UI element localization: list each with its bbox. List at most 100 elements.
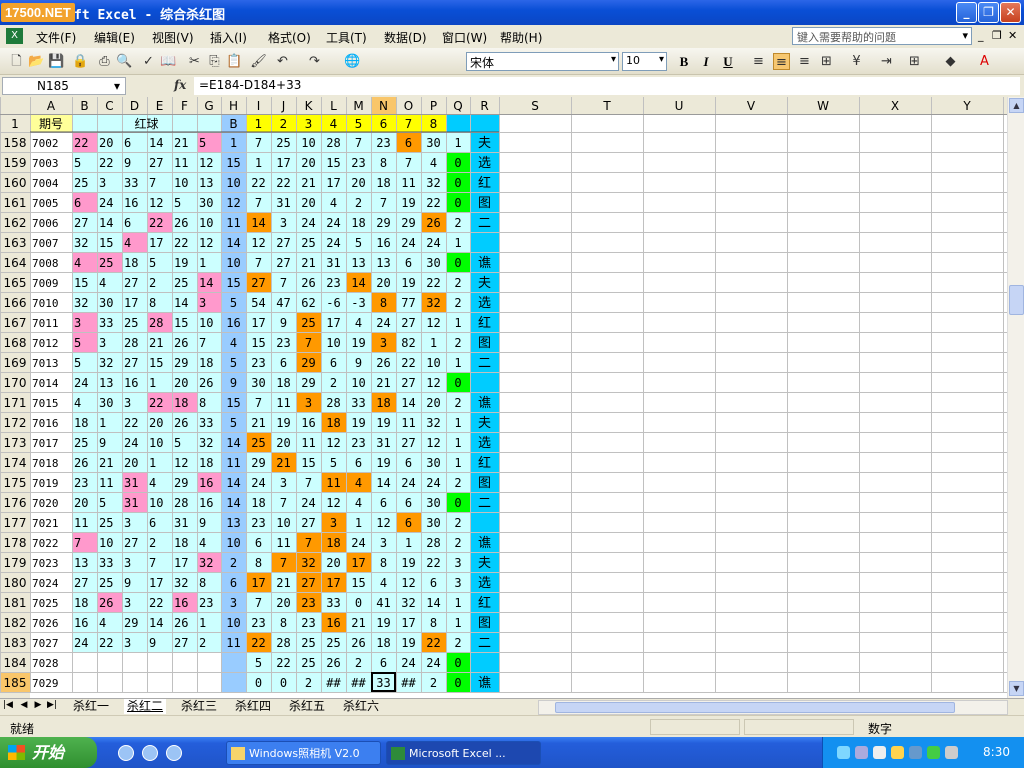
tray-network-icon[interactable] (837, 746, 850, 759)
task-excel[interactable]: Microsoft Excel ... (386, 741, 541, 765)
cell-value: 5 (149, 256, 156, 270)
sheet-tab-5[interactable]: 杀红五 (286, 699, 329, 714)
cell-value: 22 (251, 636, 265, 650)
tray-ime-icon[interactable] (909, 746, 922, 759)
doc-minimize-icon[interactable]: _ (978, 29, 984, 42)
font-name-select[interactable]: 宋体 ▾ (466, 52, 619, 71)
font-color-icon[interactable]: A (976, 53, 993, 70)
tray-volume-icon[interactable] (855, 746, 868, 759)
permission-icon[interactable]: 🔒 (72, 53, 89, 70)
sheet-tab-4[interactable]: 杀红四 (232, 699, 275, 714)
cell-value: 6 (280, 356, 287, 370)
tray-update-icon[interactable] (927, 746, 940, 759)
name-box[interactable]: N185 (2, 77, 126, 95)
cell-value: 18 (199, 456, 213, 470)
indent-icon[interactable]: ⇥ (878, 53, 895, 70)
align-left-icon[interactable]: ≡ (750, 53, 767, 70)
help-search-input[interactable]: 键入需要帮助的问题 (792, 27, 972, 45)
insert-function-icon[interactable]: fx (174, 78, 186, 92)
cell-value: 7028 (32, 657, 59, 670)
borders-icon[interactable]: ⊞ (906, 53, 923, 70)
format-painter-icon[interactable]: 🖌 (250, 53, 267, 70)
task-camera[interactable]: Windows照相机 V2.0 (226, 741, 381, 765)
cell-value: 25 (174, 276, 188, 290)
cell-value: 18 (276, 376, 290, 390)
merge-center-icon[interactable]: ⊞ (818, 53, 835, 70)
currency-icon[interactable]: ¥ (848, 53, 865, 70)
cell-value: 3 (454, 556, 461, 570)
menu-insert[interactable]: 插入(I) (210, 29, 247, 46)
horizontal-scroll-thumb[interactable] (555, 702, 955, 713)
menu-data[interactable]: 数据(D) (384, 29, 427, 46)
spelling-icon[interactable]: ✓ (140, 53, 157, 70)
hyperlink-icon[interactable]: 🌐 (344, 53, 361, 70)
sheet-tab-2[interactable]: 杀红二 (124, 699, 167, 714)
excel-doc-icon[interactable]: X (6, 28, 23, 44)
doc-close-icon[interactable]: ✕ (1008, 29, 1017, 42)
menu-help[interactable]: 帮助(H) (500, 29, 542, 46)
print-preview-icon[interactable]: 🔍 (116, 53, 133, 70)
cell-value: 3 (99, 336, 106, 350)
menu-file[interactable]: 文件(F) (36, 29, 76, 46)
next-sheet-icon[interactable]: ▶ (32, 700, 44, 710)
menu-tools[interactable]: 工具(T) (326, 29, 367, 46)
align-center-icon[interactable]: ≡ (773, 53, 790, 70)
horizontal-scrollbar[interactable] (538, 700, 1008, 715)
tray-shield-icon[interactable] (891, 746, 904, 759)
underline-button[interactable]: U (719, 53, 737, 70)
bold-button[interactable]: B (675, 53, 693, 70)
vertical-scroll-thumb[interactable] (1009, 285, 1024, 315)
cell-text-r: 红 (478, 175, 491, 191)
paste-icon[interactable]: 📋 (226, 53, 243, 70)
restore-button[interactable]: ❐ (978, 2, 999, 23)
scroll-up-icon[interactable]: ▲ (1009, 98, 1024, 113)
menu-window[interactable]: 窗口(W) (442, 29, 487, 46)
font-size-select[interactable]: 10 ▾ (622, 52, 667, 71)
menu-format[interactable]: 格式(O) (268, 29, 311, 46)
fill-color-icon[interactable]: ◆ (942, 53, 959, 70)
print-icon[interactable]: ⎙ (96, 53, 113, 70)
cell-value: 26 (326, 656, 340, 670)
cell-value: 7 (255, 396, 262, 410)
menu-view[interactable]: 视图(V) (152, 29, 194, 46)
sheet-tab-1[interactable]: 杀红一 (70, 699, 113, 714)
prev-sheet-icon[interactable]: ◀ (18, 700, 30, 710)
menu-edit[interactable]: 编辑(E) (94, 29, 135, 46)
close-button[interactable]: ✕ (1000, 2, 1021, 23)
italic-button[interactable]: I (697, 53, 715, 70)
cut-icon[interactable]: ✂ (186, 53, 203, 70)
sheet-tab-6[interactable]: 杀红六 (340, 699, 383, 714)
cell-text-r: 二 (478, 356, 491, 371)
minimize-button[interactable]: _ (956, 2, 977, 23)
quicklaunch-browser-icon[interactable] (142, 745, 158, 761)
quicklaunch-ie-icon[interactable] (118, 745, 134, 761)
save-icon[interactable]: 💾 (48, 53, 65, 70)
cell-value: 11 (226, 456, 240, 470)
scroll-down-icon[interactable]: ▼ (1009, 681, 1024, 696)
cell-value: 32 (199, 556, 213, 570)
research-icon[interactable]: 📖 (160, 53, 177, 70)
sheet-tab-3[interactable]: 杀红三 (178, 699, 221, 714)
formula-input[interactable]: =E184-D184+33 (194, 77, 1020, 95)
new-icon[interactable]: 🗋 (8, 53, 25, 70)
first-sheet-icon[interactable]: |◀ (2, 700, 14, 710)
tray-misc-icon[interactable] (945, 746, 958, 759)
quicklaunch-media-icon[interactable] (166, 745, 182, 761)
cell-value: 25 (301, 656, 315, 670)
last-sheet-icon[interactable]: ▶| (46, 700, 58, 710)
doc-restore-icon[interactable]: ❐ (992, 29, 1002, 42)
cell-value: 16 (301, 416, 315, 430)
header-num-8: 8 (430, 117, 438, 131)
copy-icon[interactable]: ⎘ (206, 53, 223, 70)
column-header-C: C (105, 99, 113, 113)
open-icon[interactable]: 📂 (28, 53, 45, 70)
spreadsheet-grid[interactable]: A B C D E F G H I J K L M N O P Q R S T U V W X Y 1 期号 红球 B 1 2 3 4 5 6 7 8 1… (0, 97, 1007, 698)
undo-icon[interactable]: ↶ (274, 53, 291, 70)
vertical-scrollbar[interactable]: ▲ ▼ (1007, 97, 1024, 698)
redo-icon[interactable]: ↷ (306, 53, 323, 70)
cell-text-r: 选 (478, 436, 491, 451)
start-button[interactable]: 开始 (0, 737, 97, 768)
cell-value: 25 (301, 636, 315, 650)
align-right-icon[interactable]: ≡ (796, 53, 813, 70)
tray-app-icon[interactable] (873, 746, 886, 759)
